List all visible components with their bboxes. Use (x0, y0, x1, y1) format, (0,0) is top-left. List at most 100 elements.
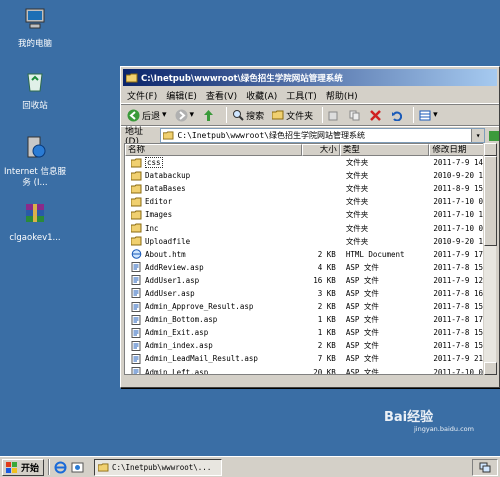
asp-file-icon (131, 340, 141, 351)
file-type: ASP 文件 (345, 262, 379, 272)
file-row[interactable]: Inc 文件夹 2011-7-10 0:52 (125, 221, 491, 234)
file-modified: 2011-7-8 15:26 (433, 328, 491, 338)
file-row[interactable]: css 文件夹 2011-7-9 14:56 (125, 156, 491, 169)
folders-button[interactable]: 文件夹 (270, 106, 315, 124)
file-name: AddReview.asp (145, 262, 204, 272)
window-title: C:\Inetpub\wwwroot\绿色招生学院网站管理系统 (141, 73, 343, 84)
menu-file[interactable]: 文件(F) (127, 89, 157, 102)
column-name[interactable]: 名称 (125, 144, 302, 156)
file-row[interactable]: Admin_Bottom.asp 1 KB ASP 文件 2011-7-8 17:53 (125, 313, 491, 326)
file-row[interactable]: Editor 文件夹 2011-7-10 0:35 (125, 195, 491, 208)
file-name: css (145, 157, 163, 169)
recycle-bin-icon (27, 73, 43, 92)
html-document-icon (131, 249, 142, 260)
move-to-button[interactable] (326, 106, 343, 124)
file-name: Admin_Bottom.asp (145, 315, 218, 325)
file-rows: css 文件夹 2011-7-9 14:56 Databackup 文件夹 2010-9-… (125, 156, 491, 375)
file-type: 文件夹 (345, 197, 369, 207)
file-name-cell: AddUser.asp (125, 288, 302, 299)
file-row[interactable]: Admin_Approve_Result.asp 2 KB ASP 文件 2011-7… (125, 300, 491, 313)
delete-button[interactable] (368, 106, 385, 124)
chevron-down-icon: ▾ (475, 131, 481, 140)
file-row[interactable]: Admin_LeadMail_Result.asp 7 KB ASP 文件 2011-… (125, 352, 491, 365)
chevron-down-icon: ▾ (162, 110, 167, 120)
file-row[interactable]: AddUser1.asp 16 KB ASP 文件 2011-7-9 12:18 (125, 274, 491, 287)
file-row[interactable]: Admin_index.asp 2 KB ASP 文件 2011-7-8 15:26 (125, 339, 491, 352)
windows-logo-icon (6, 461, 17, 473)
file-name: AddUser1.asp (145, 275, 200, 285)
vertical-scrollbar[interactable] (483, 143, 497, 375)
watermark-url: jingyan.baidu.com (414, 425, 474, 433)
column-size[interactable]: 大小 (302, 144, 340, 156)
scroll-thumb[interactable] (484, 156, 497, 246)
forward-button[interactable]: ▾ (173, 106, 197, 124)
file-modified: 2011-7-10 1:16 (433, 210, 491, 220)
desktop-icon-recycle-bin[interactable]: 回收站 (0, 68, 70, 112)
scroll-down-button[interactable] (484, 362, 497, 375)
up-button[interactable] (200, 106, 219, 124)
asp-file-icon (131, 367, 141, 374)
desktop-icon-label: 回收站 (22, 101, 48, 111)
back-button[interactable]: 后退 ▾ (125, 106, 169, 124)
file-name-cell: Databackup (125, 171, 302, 181)
undo-button[interactable] (389, 106, 406, 124)
file-row[interactable]: Images 文件夹 2011-7-10 1:16 (125, 208, 491, 221)
file-row[interactable]: AddUser.asp 3 KB ASP 文件 2011-7-8 16:57 (125, 287, 491, 300)
asp-file-icon (131, 288, 141, 299)
folders-icon (272, 110, 284, 120)
network-tray-icon[interactable] (479, 462, 491, 473)
file-size: 2 KB (317, 341, 336, 351)
file-row[interactable]: Databackup 文件夹 2010-9-20 19:5 (125, 169, 491, 182)
menu-help[interactable]: 帮助(H) (326, 89, 358, 102)
file-modified: 2011-7-10 0:24 (433, 367, 491, 375)
toolbar-separator (413, 107, 415, 123)
file-row[interactable]: Uploadfile 文件夹 2010-9-20 19:5 (125, 235, 491, 248)
scroll-up-button[interactable] (484, 143, 497, 156)
file-row[interactable]: DataBases 文件夹 2011-8-9 15:50 (125, 182, 491, 195)
menu-view[interactable]: 查看(V) (206, 89, 237, 102)
column-modified[interactable]: 修改日期 (429, 144, 491, 156)
file-name-cell: About.htm (125, 249, 302, 260)
file-row[interactable]: About.htm 2 KB HTML Document 2011-7-9 17:00 (125, 248, 491, 261)
file-type: ASP 文件 (345, 367, 379, 375)
ie-quicklaunch-icon[interactable] (54, 461, 67, 474)
file-type: 文件夹 (345, 236, 369, 246)
file-name: DataBases (145, 184, 186, 194)
toolbar-separator (226, 107, 228, 123)
address-input[interactable]: C:\Inetpub\wwwroot\绿色招生学院网站管理系统 ▾ (160, 128, 486, 143)
file-row[interactable]: Admin_Exit.asp 1 KB ASP 文件 2011-7-8 15:26 (125, 326, 491, 339)
folder-icon (131, 184, 142, 194)
go-button[interactable] (489, 130, 499, 141)
start-button[interactable]: 开始 (2, 458, 44, 476)
back-label: 后退 (142, 111, 161, 122)
file-name: About.htm (145, 249, 186, 259)
file-row[interactable]: AddReview.asp 4 KB ASP 文件 2011-7-8 15:26 (125, 261, 491, 274)
folder-icon (131, 197, 142, 207)
taskbar-window-button[interactable]: C:\Inetpub\wwwroot\... (94, 458, 222, 476)
desktop-icon-archive[interactable]: clgaokev1... (0, 200, 70, 244)
file-name: Admin_Approve_Result.asp (145, 302, 254, 312)
address-dropdown-button[interactable]: ▾ (471, 129, 485, 142)
file-name-cell: Admin_Bottom.asp (125, 314, 302, 325)
column-type[interactable]: 类型 (339, 144, 430, 156)
forward-arrow-icon (175, 109, 188, 121)
quicklaunch-separator (48, 459, 50, 475)
asp-file-icon (131, 353, 141, 364)
menu-edit[interactable]: 编辑(E) (166, 89, 197, 102)
file-row[interactable]: Admin_Left.asp 20 KB ASP 文件 2011-7-10 0:24 (125, 366, 491, 375)
views-button[interactable]: ▾ (417, 106, 440, 124)
file-name-cell: Admin_Exit.asp (125, 327, 302, 338)
copy-to-icon (349, 110, 360, 120)
file-name-cell: Admin_Left.asp (125, 367, 302, 374)
menu-favorites[interactable]: 收藏(A) (246, 89, 277, 102)
desktop-icon-iis[interactable]: Internet 信息服务 (I... (0, 134, 70, 189)
menu-tools[interactable]: 工具(T) (286, 89, 317, 102)
desktop-icon-my-computer[interactable]: 我的电脑 (0, 6, 70, 50)
asp-file-icon (131, 327, 141, 338)
search-button[interactable]: 搜索 (230, 106, 266, 124)
window-titlebar[interactable]: C:\Inetpub\wwwroot\绿色招生学院网站管理系统 (123, 69, 497, 86)
explorer-quicklaunch-icon[interactable] (71, 461, 84, 474)
back-arrow-icon (127, 109, 140, 121)
copy-to-button[interactable] (347, 106, 364, 124)
delete-icon (370, 109, 381, 121)
